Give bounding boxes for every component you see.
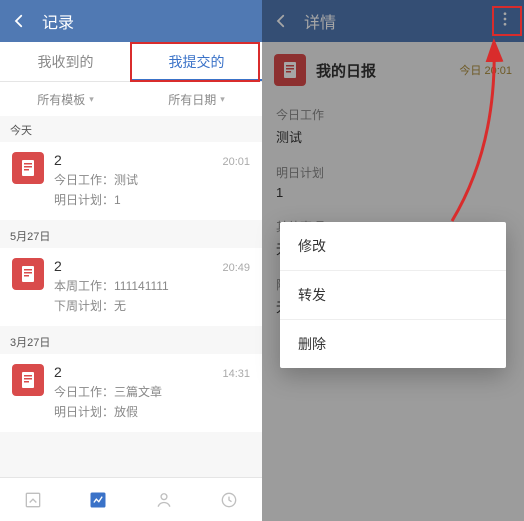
chevron-down-icon: ▾ xyxy=(89,94,94,105)
item-body: 2 20:49 本周工作：111141111 下周计划：无 xyxy=(54,258,250,314)
item-title: 2 xyxy=(54,364,62,380)
report-time: 今日 20:01 xyxy=(459,62,512,78)
nav-profile[interactable] xyxy=(131,478,197,521)
date-header: 3月27日 xyxy=(0,328,262,354)
nav-time[interactable] xyxy=(197,478,263,521)
filters-row: 所有模板 ▾ 所有日期 ▾ xyxy=(0,82,262,116)
avatar xyxy=(274,54,306,86)
list-item[interactable]: 2 20:01 今日工作：测试 明日计划：1 xyxy=(0,142,262,220)
item-line: 下周计划：无 xyxy=(54,297,250,314)
date-header: 5月27日 xyxy=(0,222,262,248)
tab-submitted[interactable]: 我提交的 xyxy=(131,42,262,81)
chevron-down-icon: ▾ xyxy=(220,94,225,105)
detail-screen: 详情 我的日报 今日 20:01 今日工作 测试 明日计划 1 其他事项 无 附… xyxy=(262,0,524,521)
filter-date-label: 所有日期 xyxy=(168,91,216,108)
list-item[interactable]: 2 20:49 本周工作：111141111 下周计划：无 xyxy=(0,248,262,326)
filter-template-label: 所有模板 xyxy=(37,91,85,108)
records-screen: 记录 我收到的 我提交的 所有模板 ▾ 所有日期 ▾ 今天 2 20:01 xyxy=(0,0,262,521)
bottom-nav xyxy=(0,477,262,521)
item-time: 20:49 xyxy=(222,262,250,274)
item-line: 明日计划：放假 xyxy=(54,403,250,420)
back-icon[interactable] xyxy=(272,12,290,30)
item-line: 今日工作：测试 xyxy=(54,171,250,188)
item-title: 2 xyxy=(54,152,62,168)
tabs: 我收到的 我提交的 xyxy=(0,42,262,82)
report-time-prefix: 今日 xyxy=(459,65,481,77)
report-title: 我的日报 xyxy=(316,60,376,81)
back-icon[interactable] xyxy=(10,12,28,30)
item-line: 明日计划：1 xyxy=(54,191,250,208)
section-body: 1 xyxy=(262,183,524,210)
item-body: 2 20:01 今日工作：测试 明日计划：1 xyxy=(54,152,250,208)
filter-template[interactable]: 所有模板 ▾ xyxy=(0,82,131,116)
avatar xyxy=(12,152,44,184)
menu-delete[interactable]: 删除 xyxy=(280,320,506,368)
menu-forward[interactable]: 转发 xyxy=(280,271,506,320)
list-item[interactable]: 2 14:31 今日工作：三篇文章 明日计划：放假 xyxy=(0,354,262,432)
header-bar: 详情 xyxy=(262,0,524,42)
tab-received[interactable]: 我收到的 xyxy=(0,42,131,81)
nav-compose[interactable] xyxy=(0,478,66,521)
item-line: 本周工作：111141111 xyxy=(54,277,250,294)
more-icon[interactable] xyxy=(496,10,514,33)
item-time: 14:31 xyxy=(222,368,250,380)
header-title: 记录 xyxy=(42,9,74,33)
report-header: 我的日报 今日 20:01 xyxy=(262,42,524,98)
item-body: 2 14:31 今日工作：三篇文章 明日计划：放假 xyxy=(54,364,250,420)
menu-edit[interactable]: 修改 xyxy=(280,222,506,271)
item-time: 20:01 xyxy=(222,156,250,168)
section-label: 明日计划 xyxy=(262,156,524,183)
item-line: 今日工作：三篇文章 xyxy=(54,383,250,400)
section-body: 测试 xyxy=(262,125,524,156)
nav-stats[interactable] xyxy=(66,478,132,521)
filter-date[interactable]: 所有日期 ▾ xyxy=(131,82,262,116)
section-label: 今日工作 xyxy=(262,98,524,125)
header-title: 详情 xyxy=(304,9,336,33)
header-bar: 记录 xyxy=(0,0,262,42)
avatar xyxy=(12,364,44,396)
item-title: 2 xyxy=(54,258,62,274)
avatar xyxy=(12,258,44,290)
date-header: 今天 xyxy=(0,116,262,142)
records-list: 今天 2 20:01 今日工作：测试 明日计划：1 5月27日 2 xyxy=(0,116,262,477)
report-time-value: 20:01 xyxy=(484,65,512,77)
action-menu: 修改 转发 删除 xyxy=(280,222,506,368)
